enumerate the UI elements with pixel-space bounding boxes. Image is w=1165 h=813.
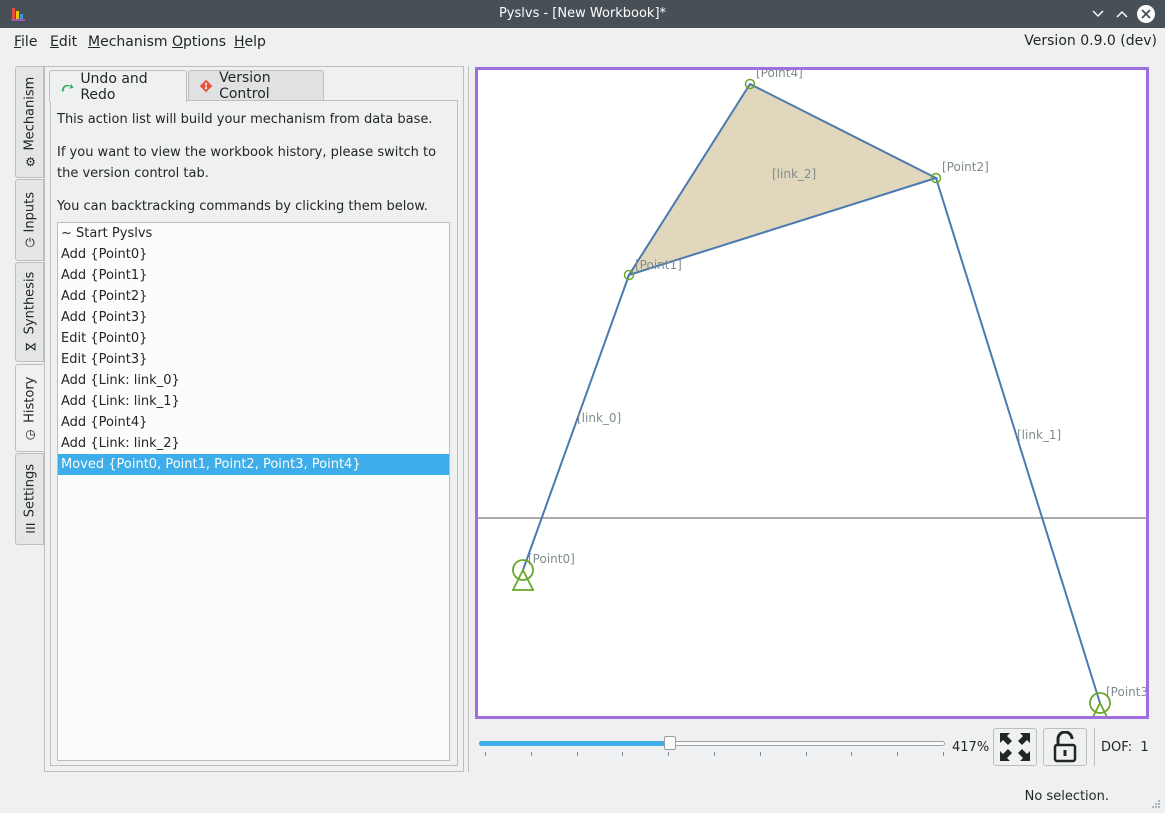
menu-mechanism[interactable]: Mechanism	[88, 34, 168, 50]
history-item[interactable]: Edit {Point0}	[58, 328, 449, 349]
sidetab-synthesis-label: Synthesis	[22, 271, 37, 335]
history-item[interactable]: Edit {Point3}	[58, 349, 449, 370]
history-item[interactable]: Add {Point3}	[58, 307, 449, 328]
close-icon	[1141, 9, 1151, 19]
tab-undo-redo-label: Undo and Redo	[80, 70, 148, 103]
lock-toggle-button[interactable]	[1043, 728, 1087, 766]
menu-file-label: ile	[21, 34, 38, 50]
undo-description-1: This action list will build your mechani…	[57, 112, 433, 127]
sidetab-inputs-label: Inputs	[22, 192, 37, 233]
zoom-slider-tick	[668, 752, 670, 756]
point1-label: [Point1]	[635, 258, 682, 272]
menu-help-mnemonic: H	[234, 34, 245, 50]
resize-grip-icon[interactable]	[1151, 799, 1161, 809]
toolbar-separator	[1094, 728, 1095, 766]
menu-edit-mnemonic: E	[50, 34, 59, 50]
menu-help[interactable]: Help	[234, 34, 266, 50]
window-maximize-button[interactable]	[1113, 5, 1131, 23]
mechanism-drawing: [Point4] [Point2] [Point1] [Point0] [Poi…	[478, 70, 1146, 716]
menu-file[interactable]: File	[14, 34, 37, 50]
sidetab-mechanism-label: Mechanism	[22, 76, 37, 151]
history-item[interactable]: ~ Start Pyslvs	[58, 223, 449, 244]
menu-options-label: ptions	[183, 34, 227, 50]
history-item[interactable]: Add {Point1}	[58, 265, 449, 286]
synthesis-icon: ⋈	[23, 339, 36, 354]
history-item[interactable]: Add {Link: link_1}	[58, 391, 449, 412]
history-item[interactable]: Add {Point2}	[58, 286, 449, 307]
chevron-up-icon	[1116, 10, 1128, 18]
history-list[interactable]: ~ Start Pyslvs Add {Point0} Add {Point1}…	[57, 222, 450, 761]
panel-splitter[interactable]	[468, 66, 471, 772]
zoom-slider-tick	[897, 752, 899, 756]
sidetab-settings-label: Settings	[22, 463, 37, 518]
menu-help-label: elp	[244, 34, 266, 50]
git-icon	[199, 79, 213, 92]
zoom-slider-tick	[530, 752, 532, 756]
sidetab-synthesis[interactable]: ⋈ Synthesis	[15, 262, 44, 362]
menu-mechanism-label: echanism	[100, 34, 168, 50]
window-minimize-button[interactable]	[1089, 5, 1107, 23]
point3-label: [Point3]	[1106, 685, 1146, 699]
window-title: Pyslvs - [New Workbook]*	[498, 6, 667, 21]
link-0-label: [link_0]	[577, 411, 621, 425]
sidetab-settings[interactable]: ☰ Settings	[15, 453, 44, 545]
menu-options[interactable]: Options	[172, 34, 226, 50]
history-item[interactable]: Add {Point0}	[58, 244, 449, 265]
sidetab-inputs[interactable]: ⏻ Inputs	[15, 179, 44, 261]
tab-undo-redo[interactable]: Undo and Redo	[49, 70, 187, 103]
point0-label: [Point0]	[528, 552, 575, 566]
sidetab-mechanism[interactable]: ⚙ Mechanism	[15, 66, 44, 178]
menu-bar: File Edit Mechanism Options Help Version…	[0, 28, 1165, 56]
menu-options-mnemonic: O	[172, 34, 184, 50]
sliders-icon: ☰	[24, 521, 35, 536]
dof-value: 1	[1140, 740, 1149, 755]
zoom-slider-tick	[576, 752, 578, 756]
menu-edit-label: dit	[58, 34, 78, 50]
zoom-level: 417%	[952, 740, 990, 755]
zoom-slider-tick	[759, 752, 761, 756]
history-item[interactable]: Add {Link: link_2}	[58, 433, 449, 454]
dof-readout: DOF: 1	[1101, 740, 1149, 755]
zoom-slider-tick	[943, 752, 944, 756]
zoom-slider[interactable]	[479, 736, 946, 761]
undo-description-2: If you want to view the workbook history…	[57, 145, 437, 181]
point2-label: [Point2]	[942, 160, 989, 174]
redo-icon	[61, 82, 74, 91]
version-label: Version 0.9.0 (dev)	[1024, 33, 1157, 49]
dof-label: DOF:	[1101, 740, 1133, 755]
zoom-slider-fill	[479, 741, 670, 746]
point4-label: [Point4]	[756, 70, 803, 80]
menu-mechanism-mnemonic: M	[88, 34, 101, 50]
history-item-selected[interactable]: Moved {Point0, Point1, Point2, Point3, P…	[58, 454, 449, 475]
zoom-slider-tick	[714, 752, 715, 756]
zoom-slider-tick	[485, 752, 486, 756]
mechanism-canvas[interactable]: [Point4] [Point2] [Point1] [Point0] [Poi…	[475, 67, 1149, 719]
zoom-slider-tick	[622, 752, 624, 756]
zoom-slider-tick	[851, 752, 853, 756]
unlock-icon	[1053, 731, 1077, 763]
sidetab-history-label: History	[22, 376, 37, 423]
zoom-slider-tick	[805, 752, 807, 756]
expand-icon	[1000, 733, 1030, 761]
plug-icon: ⏻	[24, 235, 35, 250]
history-item[interactable]: Add {Point4}	[58, 412, 449, 433]
status-message: No selection.	[1024, 789, 1109, 804]
link-1-label: [link_1]	[1017, 428, 1061, 442]
clock-icon: ◷	[24, 427, 35, 442]
gear-icon: ⚙	[24, 154, 35, 169]
tab-version-control-label: Version Control	[219, 69, 271, 102]
tab-version-control[interactable]: Version Control	[188, 69, 324, 102]
history-item[interactable]: Add {Link: link_0}	[58, 370, 449, 391]
chevron-down-icon	[1092, 10, 1104, 18]
zoom-slider-handle[interactable]	[664, 736, 676, 750]
undo-description-3: You can backtracking commands by clickin…	[57, 199, 428, 214]
zoom-to-fit-button[interactable]	[993, 728, 1037, 766]
window-close-button[interactable]	[1137, 5, 1155, 23]
menu-file-mnemonic: F	[14, 34, 22, 50]
title-bar: Pyslvs - [New Workbook]*	[0, 0, 1165, 28]
sidetab-history[interactable]: ◷ History	[15, 364, 44, 452]
link-2-label: [link_2]	[772, 167, 816, 181]
menu-edit[interactable]: Edit	[50, 34, 77, 50]
